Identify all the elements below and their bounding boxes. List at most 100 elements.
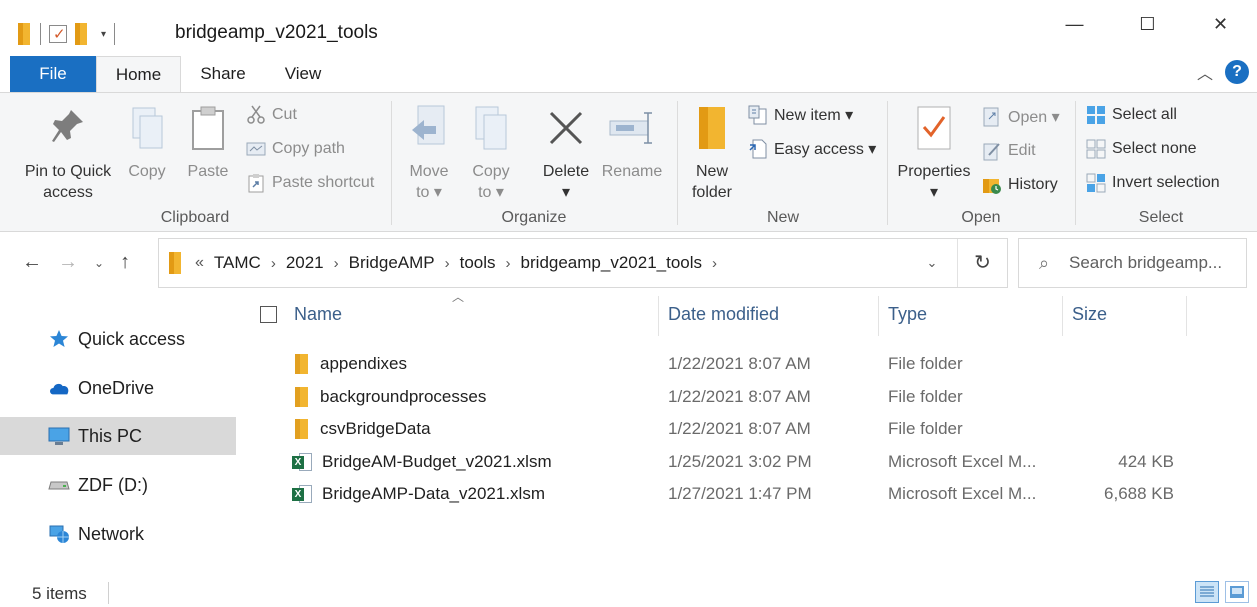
file-name: csvBridgeData (320, 419, 431, 438)
properties-label-line2: ▾ (929, 184, 939, 201)
details-view-icon[interactable] (1195, 581, 1219, 603)
copy-to-icon (466, 101, 516, 155)
recent-locations-chevron-icon[interactable]: ⌄ (94, 256, 104, 270)
select-all-icon (1086, 105, 1106, 125)
new-folder-icon[interactable] (75, 23, 89, 45)
new-item-button[interactable]: New item ▾ (748, 101, 853, 129)
chevron-right-icon[interactable]: › (506, 255, 511, 272)
select-none-label: Select none (1112, 140, 1197, 157)
column-divider[interactable] (878, 296, 879, 336)
column-header-date-modified[interactable]: Date modified (668, 304, 779, 330)
chevron-right-icon[interactable]: › (445, 255, 450, 272)
collapse-ribbon-icon[interactable]: ︿ (1197, 60, 1213, 84)
new-folder-button[interactable]: New folder (684, 101, 740, 203)
history-icon (982, 175, 1002, 195)
title-bar: ✓ ▾ bridgeamp_v2021_tools — ☐ ✕ (0, 0, 1257, 56)
file-row[interactable]: backgroundprocesses 1/22/2021 8:07 AM Fi… (240, 381, 1257, 413)
pin-label-line1: Pin to Quick (24, 163, 112, 180)
new-folder-icon (684, 101, 740, 155)
select-none-button[interactable]: Select none (1086, 135, 1197, 163)
move-to-button[interactable]: Move to ▾ (404, 101, 454, 203)
network-icon (48, 523, 70, 545)
easy-access-button[interactable]: Easy access ▾ (748, 135, 876, 163)
select-all-checkbox[interactable] (260, 306, 277, 323)
nav-item-onedrive[interactable]: OneDrive (0, 369, 236, 407)
column-divider[interactable] (1062, 296, 1063, 336)
address-bar[interactable]: « TAMC › 2021 › BridgeAMP › tools › brid… (158, 238, 1008, 288)
column-divider[interactable] (658, 296, 659, 336)
file-size: 424 KB (1118, 452, 1174, 471)
tab-home[interactable]: Home (96, 56, 181, 93)
file-date: 1/27/2021 1:47 PM (668, 484, 812, 503)
properties-button[interactable]: Properties ▾ (892, 101, 976, 203)
divider (114, 23, 116, 45)
nav-item-network[interactable]: Network (0, 515, 236, 553)
column-header-type[interactable]: Type (888, 304, 927, 330)
open-button[interactable]: Open ▾ (982, 103, 1060, 131)
file-row[interactable]: appendixes 1/22/2021 8:07 AM File folder (240, 348, 1257, 380)
maximize-button[interactable]: ☐ (1111, 0, 1184, 48)
breadcrumb-tamc[interactable]: TAMC (214, 253, 261, 273)
move-to-label-line2: to ▾ (416, 184, 442, 201)
history-button[interactable]: History (982, 171, 1058, 199)
edit-button[interactable]: Edit (982, 137, 1036, 165)
column-header-name[interactable]: Name (294, 304, 342, 330)
chevron-right-icon[interactable]: › (712, 255, 717, 272)
help-icon[interactable]: ? (1225, 60, 1249, 84)
search-box[interactable]: ⌕ (1018, 238, 1247, 288)
copy-path-button[interactable]: Copy path (246, 135, 345, 163)
file-type: File folder (888, 354, 963, 373)
paste-shortcut-button[interactable]: Paste shortcut (246, 169, 374, 197)
paste-shortcut-icon (246, 173, 266, 193)
close-button[interactable]: ✕ (1184, 0, 1257, 48)
new-item-label: New item ▾ (774, 107, 854, 124)
select-all-button[interactable]: Select all (1086, 101, 1177, 129)
cut-button[interactable]: Cut (246, 101, 297, 129)
invert-selection-label: Invert selection (1112, 174, 1220, 191)
delete-button[interactable]: Delete ▾ (538, 101, 594, 203)
chevron-right-icon[interactable]: › (334, 255, 339, 272)
breadcrumb-tools[interactable]: tools (460, 253, 496, 273)
new-group: New folder New item ▾ Easy access ▾ New (678, 93, 888, 231)
file-row[interactable]: csvBridgeData 1/22/2021 8:07 AM File fol… (240, 413, 1257, 445)
edit-icon (982, 141, 1002, 161)
copy-button[interactable]: Copy (122, 101, 172, 182)
address-overflow[interactable]: « (195, 254, 204, 272)
properties-check-icon[interactable]: ✓ (49, 25, 67, 43)
nav-item-this-pc[interactable]: This PC (0, 417, 236, 455)
nav-item-quick-access[interactable]: Quick access (0, 320, 236, 358)
divider (40, 23, 41, 45)
copy-to-label-line1: Copy (472, 163, 510, 180)
pin-to-quick-access-button[interactable]: Pin to Quick access (18, 101, 118, 203)
breadcrumb-bridgeamp-v2021-tools[interactable]: bridgeamp_v2021_tools (521, 253, 702, 273)
minimize-button[interactable]: — (1038, 0, 1111, 48)
large-icons-view-icon[interactable] (1225, 581, 1249, 603)
address-dropdown-icon[interactable]: ⌄ (907, 255, 957, 271)
refresh-icon[interactable]: ↻ (957, 239, 1007, 287)
column-divider[interactable] (1186, 296, 1187, 336)
file-row[interactable]: X BridgeAMP-Data_v2021.xlsm 1/27/2021 1:… (240, 478, 1257, 510)
breadcrumb-bridgeamp[interactable]: BridgeAMP (349, 253, 435, 273)
rename-button[interactable]: Rename (598, 101, 666, 182)
tab-file[interactable]: File (10, 56, 96, 92)
copy-to-button[interactable]: Copy to ▾ (466, 101, 516, 203)
paste-button[interactable]: Paste (182, 101, 234, 182)
breadcrumb-2021[interactable]: 2021 (286, 253, 324, 273)
customize-toolbar-dropdown-icon[interactable]: ▾ (101, 29, 106, 40)
up-arrow-icon[interactable]: ↑ (120, 251, 130, 274)
tab-share[interactable]: Share (190, 56, 256, 92)
column-header-size[interactable]: Size (1072, 304, 1107, 330)
select-group-label: Select (1138, 209, 1184, 226)
file-date: 1/25/2021 3:02 PM (668, 452, 812, 471)
forward-arrow-icon[interactable]: → (58, 251, 78, 274)
chevron-right-icon[interactable]: › (271, 255, 276, 272)
search-input[interactable] (1069, 253, 1239, 273)
tab-view[interactable]: View (272, 56, 334, 92)
properties-icon (892, 101, 976, 155)
back-arrow-icon[interactable]: ← (22, 251, 42, 274)
ribbon: Pin to Quick access Copy Paste Cut Copy … (0, 92, 1257, 232)
invert-selection-button[interactable]: Invert selection (1086, 169, 1220, 197)
file-row[interactable]: X BridgeAM-Budget_v2021.xlsm 1/25/2021 3… (240, 446, 1257, 478)
paste-icon (182, 101, 234, 155)
nav-item-zdf-drive[interactable]: ZDF (D:) (0, 466, 236, 504)
